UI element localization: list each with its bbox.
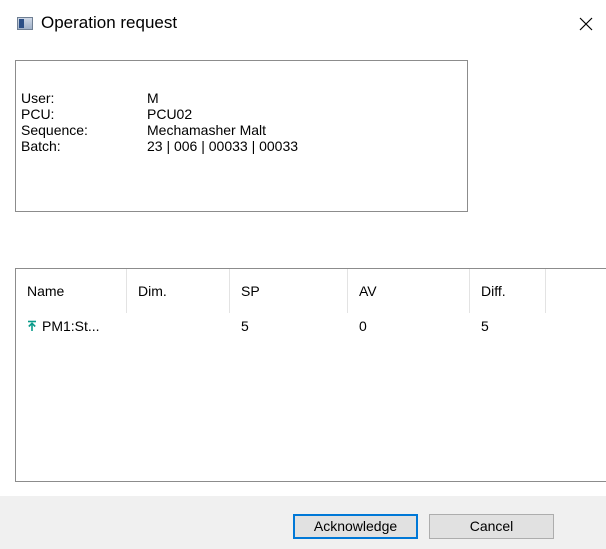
parameter-table: Name Dim. SP AV Diff. PM1:St... 5 0 5 (15, 268, 606, 482)
column-header-dim[interactable]: Dim. (127, 269, 230, 313)
info-label: Batch: (21, 138, 61, 154)
cancel-button[interactable]: Cancel (429, 514, 554, 539)
info-row-user: User: M (21, 90, 159, 106)
column-header-name[interactable]: Name (16, 269, 127, 313)
info-value: M (147, 90, 159, 106)
acknowledge-button[interactable]: Acknowledge (293, 514, 418, 539)
info-label: Sequence: (21, 122, 88, 138)
info-value: PCU02 (147, 106, 193, 122)
column-header-diff[interactable]: Diff. (470, 269, 546, 313)
dialog-footer: Acknowledge Cancel (0, 496, 606, 549)
info-label: User: (21, 90, 55, 106)
cell-dim (127, 315, 230, 337)
close-button[interactable] (566, 0, 606, 48)
setpoint-arrow-icon (28, 320, 36, 332)
operation-request-dialog: Operation request User: M PCU: PCU02 Seque… (0, 0, 606, 549)
cell-av: 0 (359, 318, 367, 334)
column-header-av[interactable]: AV (348, 269, 470, 313)
column-header-sp[interactable]: SP (230, 269, 348, 313)
info-value: Mechamasher Malt (147, 122, 267, 138)
info-value: 23 | 006 | 00033 | 00033 (147, 138, 299, 154)
info-panel: User: M PCU: PCU02 Sequence: Mechamasher Ma… (15, 60, 468, 212)
window-app-icon (17, 17, 33, 30)
table-header: Name Dim. SP AV Diff. (16, 269, 606, 313)
table-row[interactable]: PM1:St... 5 0 5 (16, 315, 606, 337)
cell-sp: 5 (241, 318, 249, 334)
close-icon (579, 17, 593, 31)
info-row-pcu: PCU: PCU02 (21, 106, 192, 122)
cell-name: PM1:St... (16, 315, 127, 337)
info-row-sequence: Sequence: Mechamasher Malt (21, 122, 266, 138)
info-row-batch: Batch: 23 | 006 | 00033 | 00033 (21, 138, 298, 154)
window-title: Operation request (41, 13, 178, 32)
title-bar: Operation request (0, 0, 606, 48)
cell-diff: 5 (481, 318, 489, 334)
info-label: PCU: (21, 106, 55, 122)
cell-name-text: PM1:St... (42, 318, 100, 334)
